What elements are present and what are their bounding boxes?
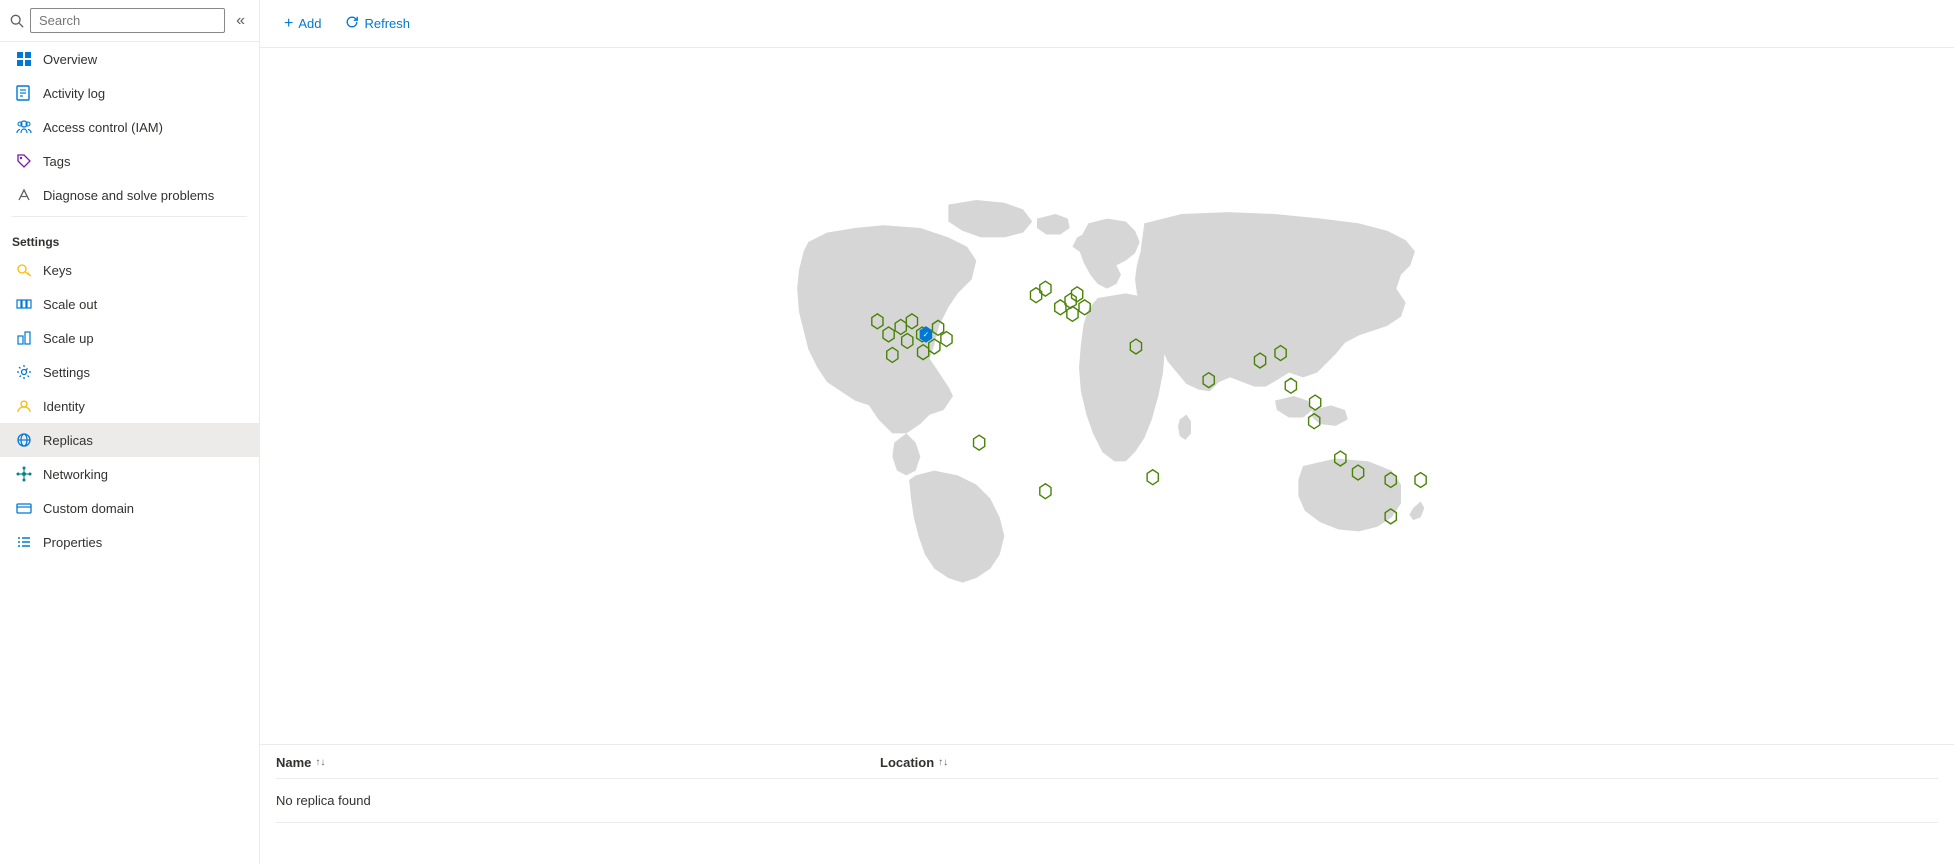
col-name-label: Name bbox=[276, 755, 311, 770]
sidebar: « Overview Activity log Access control (… bbox=[0, 0, 260, 864]
refresh-icon bbox=[345, 15, 359, 32]
col-location-label: Location bbox=[880, 755, 934, 770]
activity-log-icon bbox=[15, 84, 33, 102]
sidebar-item-tags[interactable]: Tags bbox=[0, 144, 259, 178]
settings-section-header: Settings bbox=[0, 221, 259, 253]
sidebar-item-label: Access control (IAM) bbox=[43, 120, 163, 135]
sidebar-item-iam[interactable]: Access control (IAM) bbox=[0, 110, 259, 144]
iam-icon bbox=[15, 118, 33, 136]
replicas-table: Name ↑↓ Location ↑↓ No replica found bbox=[260, 744, 1954, 864]
replicas-icon bbox=[15, 431, 33, 449]
name-sort-icon[interactable]: ↑↓ bbox=[315, 757, 325, 768]
toolbar: + Add Refresh bbox=[260, 0, 1954, 48]
sidebar-item-keys[interactable]: Keys bbox=[0, 253, 259, 287]
custom-domain-icon bbox=[15, 499, 33, 517]
sidebar-item-label: Diagnose and solve problems bbox=[43, 188, 214, 203]
sidebar-item-scale-out[interactable]: Scale out bbox=[0, 287, 259, 321]
sidebar-item-label: Overview bbox=[43, 52, 97, 67]
sidebar-item-settings[interactable]: Settings bbox=[0, 355, 259, 389]
networking-icon bbox=[15, 465, 33, 483]
add-button[interactable]: + Add bbox=[276, 9, 329, 39]
col-location-header[interactable]: Location ↑↓ bbox=[880, 755, 1938, 770]
sidebar-search-bar: « bbox=[0, 0, 259, 42]
location-sort-icon[interactable]: ↑↓ bbox=[938, 757, 948, 768]
properties-icon bbox=[15, 533, 33, 551]
add-label: Add bbox=[298, 16, 321, 31]
sidebar-item-activity-log[interactable]: Activity log bbox=[0, 76, 259, 110]
sidebar-item-label: Replicas bbox=[43, 433, 93, 448]
sidebar-item-diagnose[interactable]: Diagnose and solve problems bbox=[0, 178, 259, 212]
sidebar-item-label: Identity bbox=[43, 399, 85, 414]
scale-up-icon bbox=[15, 329, 33, 347]
search-icon bbox=[10, 14, 24, 28]
main-content: + Add Refresh bbox=[260, 0, 1954, 864]
overview-icon bbox=[15, 50, 33, 68]
table-header: Name ↑↓ Location ↑↓ bbox=[276, 745, 1938, 779]
sidebar-item-label: Scale out bbox=[43, 297, 97, 312]
add-icon: + bbox=[284, 15, 293, 33]
sidebar-item-custom-domain[interactable]: Custom domain bbox=[0, 491, 259, 525]
keys-icon bbox=[15, 261, 33, 279]
col-name-header[interactable]: Name ↑↓ bbox=[276, 755, 876, 770]
sidebar-item-label: Tags bbox=[43, 154, 70, 169]
sidebar-item-properties[interactable]: Properties bbox=[0, 525, 259, 559]
identity-icon bbox=[15, 397, 33, 415]
world-map: ✓ bbox=[280, 58, 1934, 734]
sidebar-item-label: Keys bbox=[43, 263, 72, 278]
empty-message: No replica found bbox=[276, 779, 1938, 823]
search-input[interactable] bbox=[30, 8, 225, 33]
sidebar-item-replicas[interactable]: Replicas bbox=[0, 423, 259, 457]
sidebar-item-identity[interactable]: Identity bbox=[0, 389, 259, 423]
sidebar-item-label: Scale up bbox=[43, 331, 94, 346]
sidebar-item-label: Properties bbox=[43, 535, 102, 550]
tags-icon bbox=[15, 152, 33, 170]
sidebar-item-label: Networking bbox=[43, 467, 108, 482]
svg-text:✓: ✓ bbox=[923, 330, 929, 339]
sidebar-item-networking[interactable]: Networking bbox=[0, 457, 259, 491]
settings-icon bbox=[15, 363, 33, 381]
refresh-label: Refresh bbox=[364, 16, 410, 31]
sidebar-item-label: Activity log bbox=[43, 86, 105, 101]
collapse-button[interactable]: « bbox=[232, 10, 249, 32]
map-area: ✓ bbox=[260, 48, 1954, 744]
sidebar-item-label: Settings bbox=[43, 365, 90, 380]
scale-out-icon bbox=[15, 295, 33, 313]
sidebar-item-scale-up[interactable]: Scale up bbox=[0, 321, 259, 355]
diagnose-icon bbox=[15, 186, 33, 204]
world-map-svg: ✓ bbox=[280, 186, 1934, 606]
sidebar-item-label: Custom domain bbox=[43, 501, 134, 516]
sidebar-item-overview[interactable]: Overview bbox=[0, 42, 259, 76]
refresh-button[interactable]: Refresh bbox=[337, 9, 418, 38]
